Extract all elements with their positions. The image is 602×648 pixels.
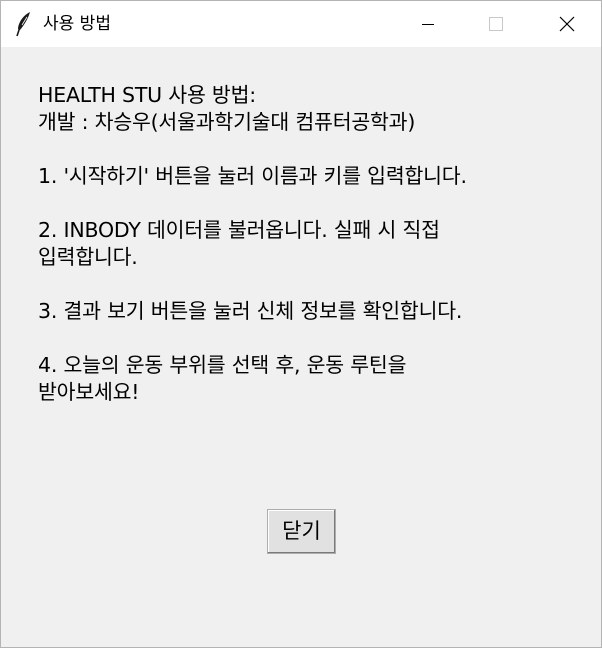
instructions-text: HEALTH STU 사용 방법: 개발 : 차승우(서울과학기술대 컴퓨터공학… [38, 82, 578, 406]
dialog-window: 사용 방법 HEALTH STU 사용 방법: 개발 : 차승우(서울과학기술대… [0, 0, 602, 648]
step-3: 3. 결과 보기 버튼을 눌러 신체 정보를 확인합니다. [38, 299, 463, 323]
step-4-line-2: 받아보세요! [38, 380, 140, 404]
step-4-line-1: 4. 오늘의 운동 부위를 선택 후, 운동 루틴을 [38, 353, 407, 377]
step-2-line-1: 2. INBODY 데이터를 불러옵니다. 실패 시 직접 [38, 218, 440, 242]
feather-icon [15, 11, 33, 37]
minimize-icon [422, 24, 434, 25]
close-button[interactable]: 닫기 [267, 509, 336, 554]
developer-credit: 개발 : 차승우(서울과학기술대 컴퓨터공학과) [38, 110, 416, 134]
minimize-button[interactable] [405, 1, 451, 47]
title-bar[interactable]: 사용 방법 [1, 1, 601, 47]
step-1: 1. '시작하기' 버튼을 눌러 이름과 키를 입력합니다. [38, 164, 467, 188]
maximize-icon [489, 17, 503, 31]
window-title: 사용 방법 [43, 14, 111, 34]
maximize-button[interactable] [473, 1, 519, 47]
instructions-heading: HEALTH STU 사용 방법: [38, 83, 256, 107]
step-2-line-2: 입력합니다. [38, 245, 138, 269]
close-icon [559, 16, 575, 32]
close-window-button[interactable] [544, 1, 590, 47]
